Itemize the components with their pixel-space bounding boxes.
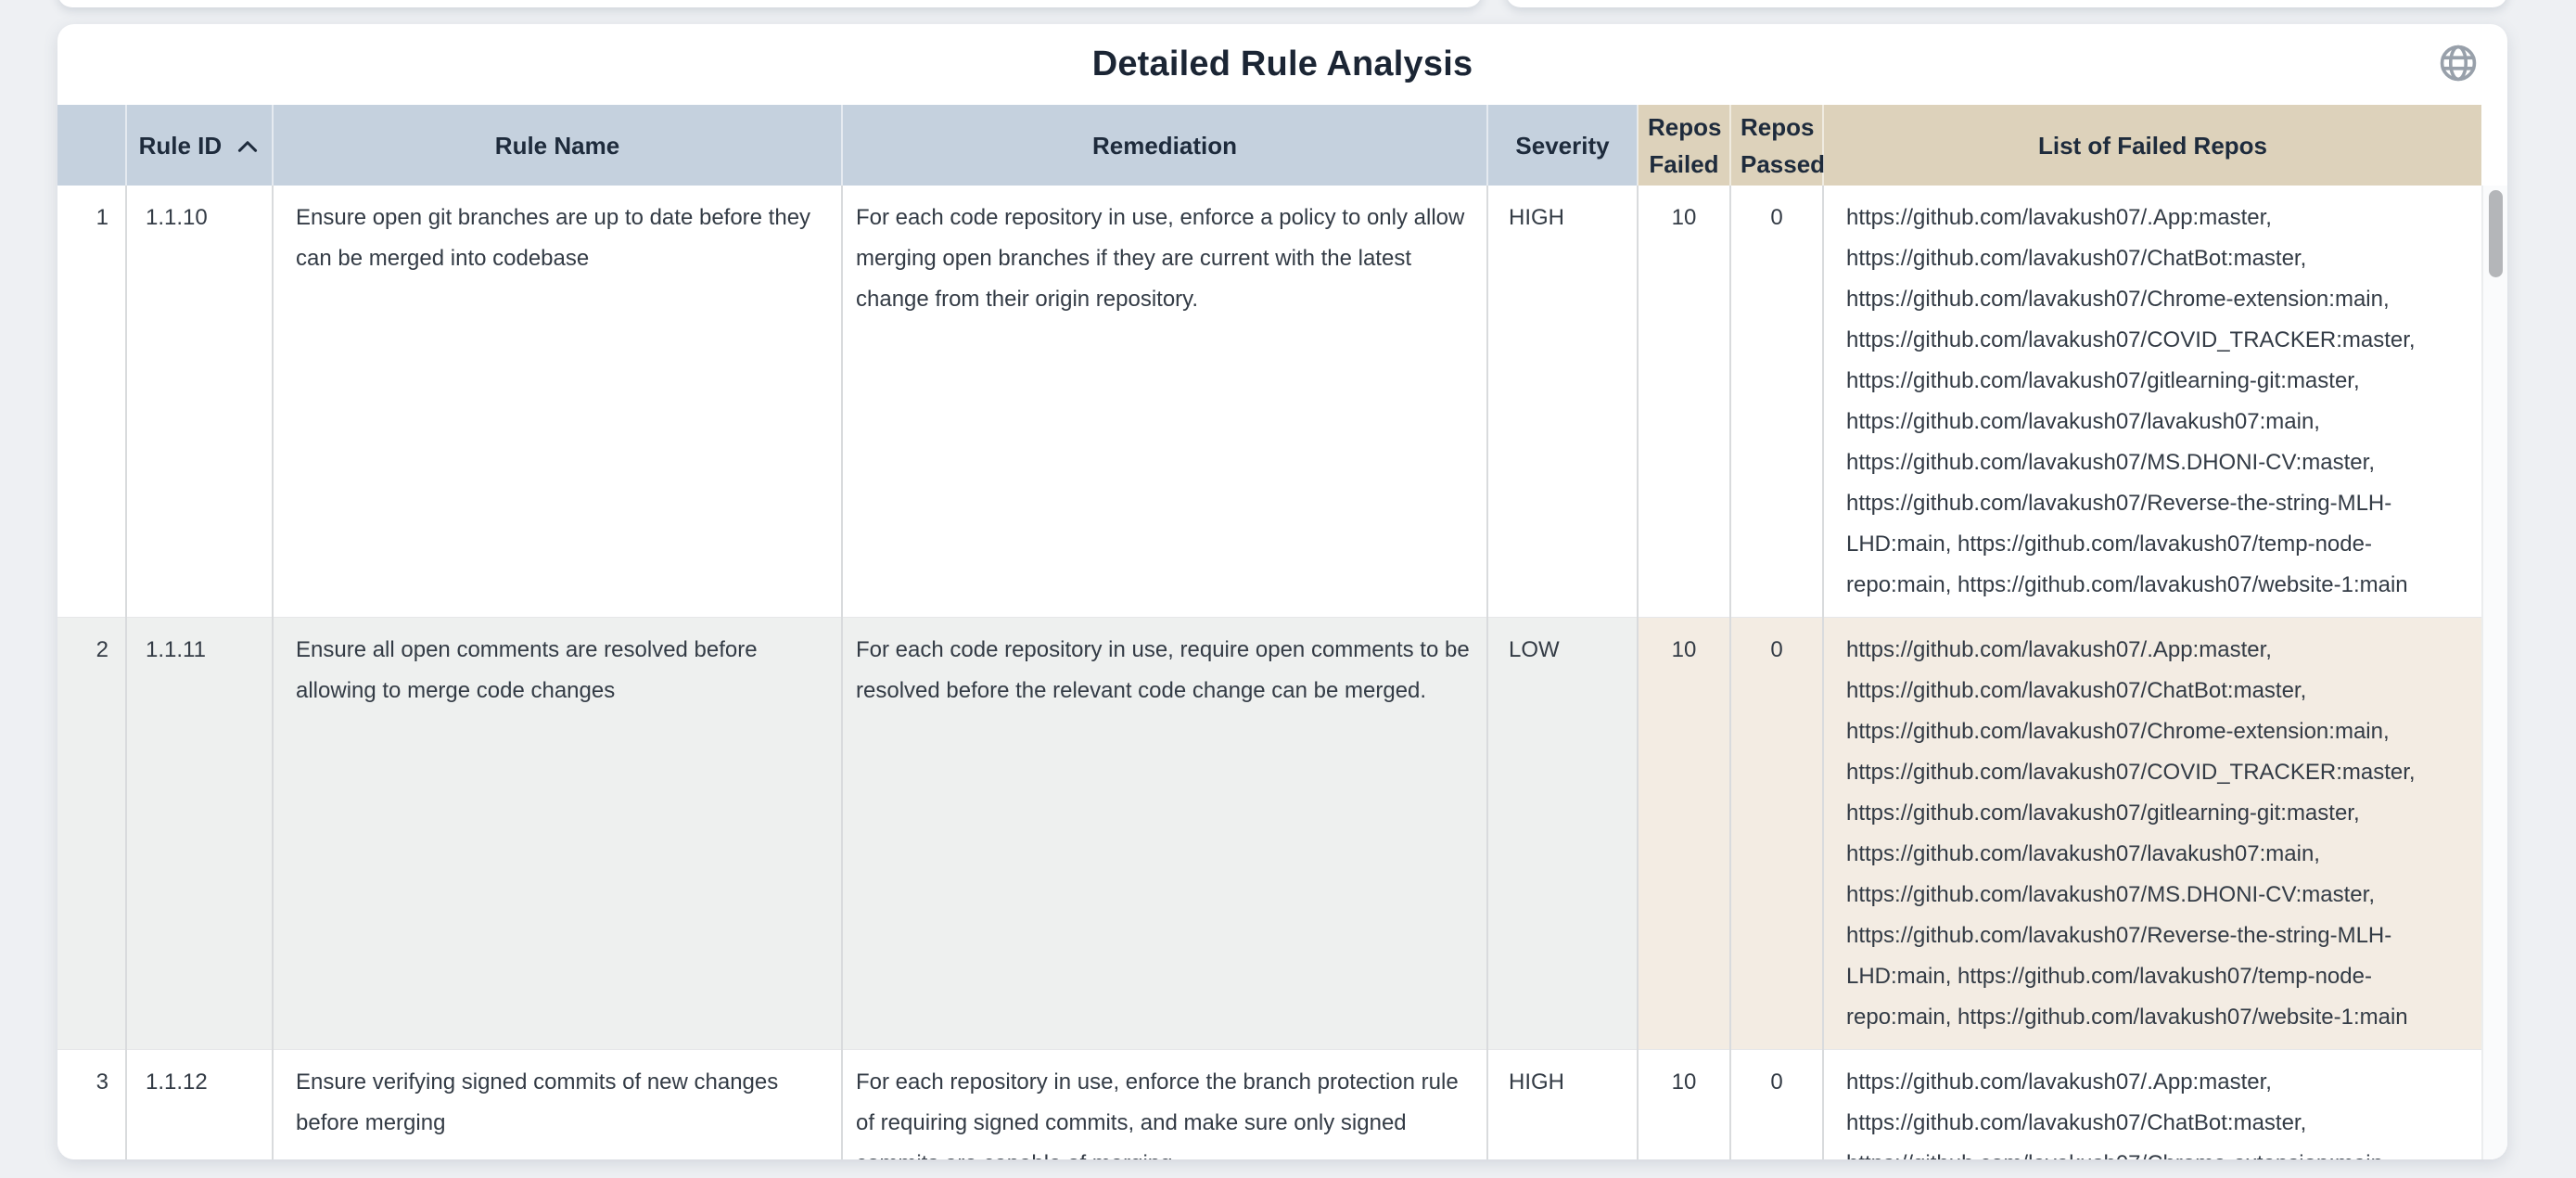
top-card-stub-left bbox=[57, 0, 1482, 7]
severity-cell: HIGH bbox=[1487, 1050, 1638, 1160]
sort-ascending-icon bbox=[229, 131, 260, 159]
table-row: 3 1.1.12 Ensure verifying signed commits… bbox=[57, 1050, 2481, 1160]
card-title-row: Detailed Rule Analysis bbox=[57, 24, 2507, 105]
table-row: 2 1.1.11 Ensure all open comments are re… bbox=[57, 618, 2481, 1050]
column-header-rule-id[interactable]: Rule ID bbox=[126, 105, 273, 186]
table-row: 1 1.1.10 Ensure open git branches are up… bbox=[57, 186, 2481, 618]
remediation-cell: For each repository in use, enforce the … bbox=[842, 1050, 1487, 1160]
globe-button[interactable] bbox=[2437, 43, 2480, 85]
header-row: Rule ID Rule Name Remediation Severity R… bbox=[57, 105, 2481, 186]
rule-id-cell: 1.1.12 bbox=[126, 1050, 273, 1160]
rule-id-cell: 1.1.11 bbox=[126, 618, 273, 1050]
failed-repos-cell: https:/⁠/⁠github.com/⁠lavakush07/⁠.App:m… bbox=[1823, 1050, 2481, 1160]
severity-cell: LOW bbox=[1487, 618, 1638, 1050]
severity-cell: HIGH bbox=[1487, 186, 1638, 618]
failed-repos-cell: https:/⁠/⁠github.com/⁠lavakush07/⁠.App:m… bbox=[1823, 618, 2481, 1050]
remediation-cell: For each code repository in use, require… bbox=[842, 618, 1487, 1050]
top-card-stub-right bbox=[1506, 0, 2507, 7]
rule-name-cell: Ensure open git branches are up to date … bbox=[273, 186, 842, 618]
column-header-index bbox=[57, 105, 126, 186]
page-title: Detailed Rule Analysis bbox=[1092, 45, 1473, 84]
rule-id-cell: 1.1.10 bbox=[126, 186, 273, 618]
vertical-scrollbar-thumb[interactable] bbox=[2489, 190, 2503, 277]
table-body: 1 1.1.10 Ensure open git branches are up… bbox=[57, 186, 2481, 1159]
column-header-rule-name[interactable]: Rule Name bbox=[273, 105, 842, 186]
column-header-severity[interactable]: Severity bbox=[1487, 105, 1638, 186]
repos-passed-cell: 0 bbox=[1730, 186, 1823, 618]
repos-failed-cell: 10 bbox=[1638, 186, 1730, 618]
column-header-rule-id-label: Rule ID bbox=[139, 132, 223, 160]
row-index-cell: 1 bbox=[57, 186, 126, 618]
remediation-cell: For each code repository in use, enforce… bbox=[842, 186, 1487, 618]
globe-icon bbox=[2437, 42, 2480, 87]
column-header-repos-passed[interactable]: Repos Passed bbox=[1730, 105, 1823, 186]
rule-name-cell: Ensure verifying signed commits of new c… bbox=[273, 1050, 842, 1160]
row-index-cell: 3 bbox=[57, 1050, 126, 1160]
failed-repos-cell: https:/⁠/⁠github.com/⁠lavakush07/⁠.App:m… bbox=[1823, 186, 2481, 618]
column-header-failed-repos-list[interactable]: List of Failed Repos bbox=[1823, 105, 2481, 186]
scrollbar-gutter bbox=[2481, 105, 2507, 1159]
page: { "page": { "title": "Detailed Rule Anal… bbox=[0, 0, 2576, 1178]
repos-passed-cell: 0 bbox=[1730, 618, 1823, 1050]
vertical-scrollbar-track[interactable] bbox=[2481, 186, 2507, 1159]
detailed-rule-analysis-card: Detailed Rule Analysis bbox=[57, 24, 2507, 1159]
repos-failed-cell: 10 bbox=[1638, 618, 1730, 1050]
repos-failed-cell: 10 bbox=[1638, 1050, 1730, 1160]
column-header-remediation[interactable]: Remediation bbox=[842, 105, 1487, 186]
rule-name-cell: Ensure all open comments are resolved be… bbox=[273, 618, 842, 1050]
row-index-cell: 2 bbox=[57, 618, 126, 1050]
repos-passed-cell: 0 bbox=[1730, 1050, 1823, 1160]
rule-analysis-table-area: Rule ID Rule Name Remediation Severity R… bbox=[57, 105, 2481, 1159]
column-header-repos-failed[interactable]: Repos Failed bbox=[1638, 105, 1730, 186]
rule-analysis-table: Rule ID Rule Name Remediation Severity R… bbox=[57, 105, 2481, 1159]
